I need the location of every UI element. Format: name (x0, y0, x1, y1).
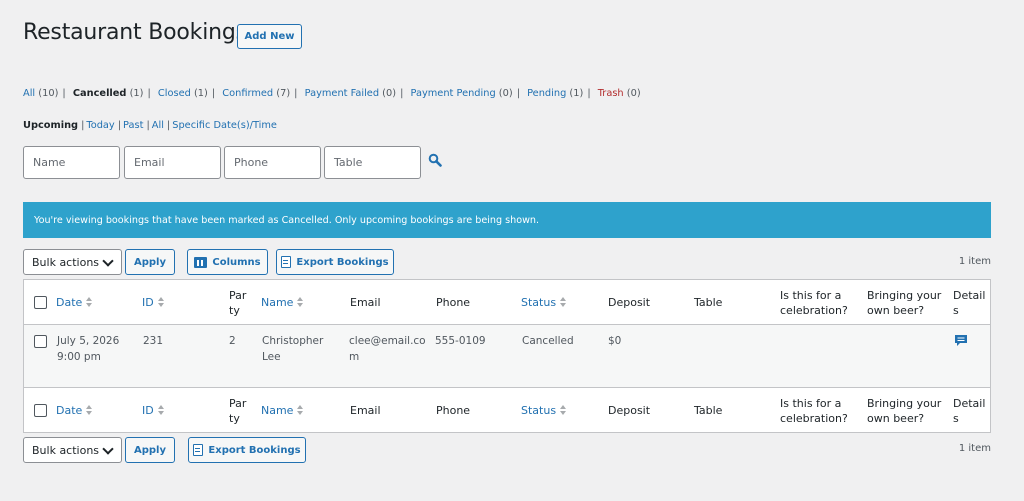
bookings-table: Date ID Par ty Name Email Phone Status De… (23, 279, 991, 433)
booking-status: Cancelled (522, 335, 574, 347)
row-checkbox[interactable] (34, 335, 47, 348)
comment-icon[interactable] (954, 334, 968, 347)
bulk-actions-select-top[interactable]: Bulk actions (23, 249, 122, 275)
column-date[interactable]: Date (56, 295, 93, 310)
date-link-today[interactable]: Today (86, 120, 114, 131)
booking-deposit: $0 (608, 335, 622, 347)
add-new-button[interactable]: Add New (237, 24, 302, 49)
bulk-actions-select-bottom[interactable]: Bulk actions (23, 437, 122, 463)
columns-button[interactable]: Columns (187, 249, 268, 275)
booking-email: clee@email.co m (349, 335, 426, 363)
column-details: Detail s (953, 397, 986, 425)
date-link-upcoming[interactable]: Upcoming (23, 120, 78, 131)
document-icon (193, 444, 204, 456)
columns-icon (194, 256, 208, 268)
column-beer: Bringing your own beer? (867, 397, 942, 425)
column-phone: Phone (436, 296, 471, 309)
date-link-specific[interactable]: Specific Date(s)/Time (172, 120, 277, 131)
date-link-all[interactable]: All (152, 120, 164, 131)
items-count-top: 1 item (958, 256, 991, 267)
column-celebration: Is this for a celebration? (780, 397, 848, 425)
column-name[interactable]: Name (261, 295, 304, 310)
name-filter-input[interactable]: Name (23, 146, 120, 179)
status-link-all[interactable]: All (23, 88, 35, 99)
table-row[interactable]: July 5, 2026 9:00 pm 231 2 Christopher Lee… (24, 325, 990, 387)
status-filter-links: All (10) | Cancelled (1) | Closed (1) | Con… (23, 88, 641, 99)
sort-icon (297, 297, 304, 307)
date-filter-links: Upcoming | Today | Past | All | Specific Date(s)… (23, 120, 277, 131)
select-all-checkbox[interactable] (34, 296, 47, 309)
column-table: Table (694, 404, 723, 417)
column-email: Email (350, 404, 381, 417)
status-link-closed[interactable]: Closed (158, 88, 191, 99)
chevron-down-icon (102, 255, 114, 267)
status-link-cancelled[interactable]: Cancelled (73, 88, 127, 99)
document-icon (281, 256, 292, 268)
column-party: Par ty (229, 397, 247, 425)
date-link-past[interactable]: Past (123, 120, 143, 131)
sort-icon (86, 297, 93, 307)
sort-icon (157, 297, 165, 307)
status-link-payment-pending[interactable]: Payment Pending (411, 88, 496, 99)
column-date[interactable]: Date (56, 403, 93, 418)
status-link-payment-failed[interactable]: Payment Failed (305, 88, 379, 99)
items-count-bottom: 1 item (958, 443, 991, 454)
booking-name: Christopher Lee (262, 335, 324, 363)
column-email: Email (350, 296, 381, 309)
column-deposit: Deposit (608, 296, 651, 309)
sort-icon (297, 405, 304, 415)
booking-phone: 555-0109 (435, 335, 486, 347)
sort-icon (560, 405, 567, 415)
column-celebration: Is this for a celebration? (780, 289, 848, 317)
table-footer-row: Date ID Par ty Name Email Phone Status De… (24, 387, 990, 432)
column-id[interactable]: ID (142, 295, 165, 310)
column-beer: Bringing your own beer? (867, 289, 942, 317)
sort-icon (86, 405, 93, 415)
sort-icon (560, 297, 567, 307)
booking-date: July 5, 2026 9:00 pm (57, 335, 120, 363)
column-name[interactable]: Name (261, 403, 304, 418)
table-header-row: Date ID Par ty Name Email Phone Status De… (24, 280, 990, 325)
page-title: Restaurant Bookings (23, 20, 247, 45)
apply-button-top[interactable]: Apply (125, 249, 175, 275)
column-deposit: Deposit (608, 404, 651, 417)
column-phone: Phone (436, 404, 471, 417)
column-details: Detail s (953, 289, 986, 317)
cancelled-notice: You're viewing bookings that have been m… (23, 202, 991, 238)
phone-filter-input[interactable]: Phone (224, 146, 321, 179)
search-icon[interactable] (428, 153, 442, 167)
email-filter-input[interactable]: Email (124, 146, 221, 179)
column-id[interactable]: ID (142, 403, 165, 418)
status-link-confirmed[interactable]: Confirmed (222, 88, 273, 99)
booking-id: 231 (143, 335, 164, 347)
sort-icon (157, 405, 165, 415)
column-table: Table (694, 296, 723, 309)
booking-party: 2 (229, 335, 236, 347)
column-status[interactable]: Status (521, 403, 567, 418)
chevron-down-icon (102, 443, 114, 455)
column-status[interactable]: Status (521, 295, 567, 310)
column-party: Par ty (229, 289, 247, 317)
apply-button-bottom[interactable]: Apply (125, 437, 175, 463)
export-bookings-button-top[interactable]: Export Bookings (276, 249, 394, 275)
status-link-pending[interactable]: Pending (527, 88, 566, 99)
table-filter-input[interactable]: Table (324, 146, 421, 179)
export-bookings-button-bottom[interactable]: Export Bookings (188, 437, 306, 463)
select-all-checkbox-bottom[interactable] (34, 404, 47, 417)
status-link-trash[interactable]: Trash (598, 88, 624, 99)
